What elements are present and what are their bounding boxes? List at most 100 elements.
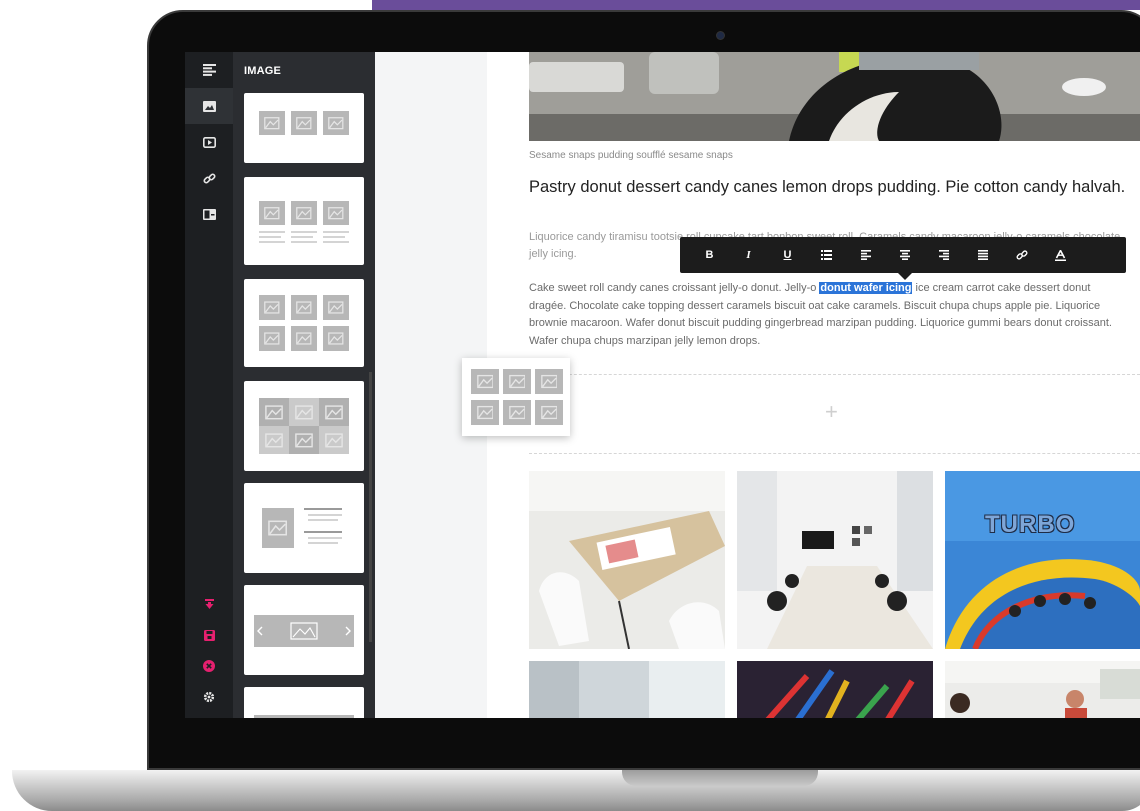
image-placeholder-icon (319, 398, 349, 426)
image-placeholder-icon (535, 369, 563, 394)
link-button[interactable] (1002, 237, 1041, 273)
align-justify-icon (977, 250, 988, 260)
link-tool[interactable] (185, 160, 233, 196)
block-image-slider[interactable] (244, 585, 364, 675)
selected-text[interactable]: donut wafer icing (819, 282, 913, 294)
gallery-photo-office[interactable] (529, 661, 725, 718)
list-button[interactable] (807, 237, 846, 273)
block-panel: IMAGE (233, 52, 375, 718)
bold-button[interactable]: B (690, 237, 729, 273)
content-page: Sesame snaps pudding soufflé sesame snap… (487, 52, 1140, 718)
image-placeholder-icon (535, 400, 563, 425)
image-placeholder-icon (323, 326, 349, 351)
link-icon (1016, 250, 1027, 260)
italic-button[interactable]: I (729, 237, 768, 273)
turbo-sign: TURBO (985, 511, 1076, 538)
paragraph-icon (202, 64, 216, 76)
text-line (308, 537, 342, 539)
video-tool[interactable] (185, 124, 233, 160)
close-circle-icon (203, 660, 215, 672)
close-button[interactable] (185, 651, 233, 681)
image-placeholder-icon (259, 295, 285, 320)
paragraph-tool[interactable] (185, 52, 233, 88)
text-line (304, 531, 342, 533)
panel-scrollbar[interactable] (369, 372, 372, 642)
tool-rail (185, 52, 233, 718)
image-placeholder-icon (290, 622, 318, 640)
caption-line (323, 236, 345, 238)
chevron-left-icon (257, 626, 263, 636)
caption-line (323, 241, 349, 243)
top-accent-band (372, 0, 1140, 10)
chevron-right-icon (345, 626, 351, 636)
dragging-block-preview[interactable] (462, 358, 570, 436)
text-color-button[interactable] (1041, 237, 1080, 273)
align-right-icon (938, 250, 949, 260)
block-six-image-grid[interactable] (244, 279, 364, 367)
image-placeholder-icon (291, 326, 317, 351)
image-placeholder-icon (262, 508, 294, 548)
image-placeholder-icon (254, 715, 354, 718)
image-tool[interactable] (185, 88, 233, 124)
laptop-notch (622, 770, 818, 786)
align-center-button[interactable] (885, 237, 924, 273)
underline-button[interactable]: U (768, 237, 807, 273)
image-caption[interactable]: Sesame snaps pudding soufflé sesame snap… (529, 150, 733, 161)
text-line (308, 514, 342, 516)
align-center-icon (899, 250, 910, 260)
gallery-photo-conference-room[interactable] (737, 471, 933, 649)
add-block-icon[interactable]: + (825, 399, 838, 425)
image-placeholder-icon (291, 295, 317, 320)
gallery-photo-turbo-ride[interactable]: TURBO (945, 471, 1140, 649)
gear-icon (203, 691, 215, 703)
image-placeholder-icon (291, 201, 317, 225)
paragraph-2[interactable]: Cake sweet roll candy canes croissant je… (529, 280, 1129, 350)
text-line (308, 519, 338, 521)
image-placeholder-icon (291, 111, 317, 135)
panel-title: IMAGE (244, 65, 282, 77)
gallery-photo-pens[interactable] (737, 661, 933, 718)
card-tool[interactable] (185, 196, 233, 232)
link-icon (202, 172, 216, 184)
save-icon (203, 629, 215, 641)
gallery-photo-table[interactable] (529, 471, 725, 649)
empty-drop-zone[interactable]: + (529, 374, 1140, 454)
image-placeholder-icon (323, 201, 349, 225)
list-icon (821, 250, 832, 260)
hero-image[interactable] (529, 52, 1140, 141)
download-icon (204, 598, 214, 609)
block-three-images-captions[interactable] (244, 177, 364, 265)
image-placeholder-icon (503, 369, 531, 394)
caption-line (259, 236, 281, 238)
article-headline[interactable]: Pastry donut dessert candy canes lemon d… (529, 176, 1129, 199)
download-button[interactable] (185, 589, 233, 619)
block-next[interactable] (244, 687, 364, 718)
align-right-button[interactable] (924, 237, 963, 273)
slider-preview (254, 615, 354, 647)
video-icon (202, 136, 216, 148)
italic-label: I (746, 249, 751, 261)
caption-line (323, 231, 349, 233)
settings-button[interactable] (185, 682, 233, 712)
image-placeholder-icon (259, 111, 285, 135)
block-three-images[interactable] (244, 93, 364, 163)
align-justify-button[interactable] (963, 237, 1002, 273)
laptop-base (12, 770, 1140, 811)
image-placeholder-icon (259, 398, 289, 426)
text-line (308, 542, 338, 544)
caption-line (259, 231, 285, 233)
align-left-button[interactable] (846, 237, 885, 273)
block-checker-grid[interactable] (244, 381, 364, 471)
image-placeholder-icon (323, 111, 349, 135)
caption-line (259, 241, 285, 243)
gallery-photo-team[interactable] (945, 661, 1140, 718)
bold-label: B (705, 249, 714, 261)
image-placeholder-icon (259, 201, 285, 225)
image-placeholder-icon (259, 326, 285, 351)
image-placeholder-icon (471, 369, 499, 394)
save-button[interactable] (185, 620, 233, 650)
caption-line (291, 236, 313, 238)
block-image-with-text[interactable] (244, 483, 364, 573)
text-format-toolbar: B I U (680, 237, 1126, 280)
text-line (304, 508, 342, 510)
